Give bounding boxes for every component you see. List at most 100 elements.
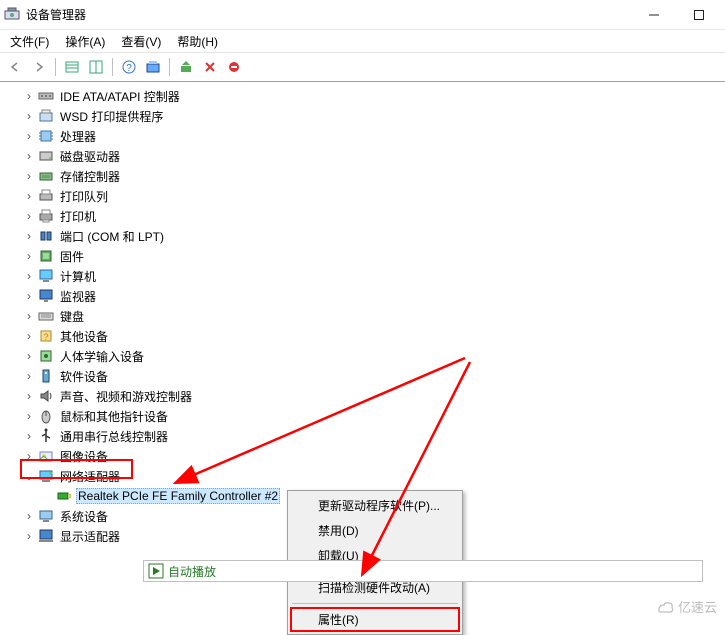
tree-item[interactable]: ›打印队列 bbox=[4, 186, 725, 206]
tree-item[interactable]: ›固件 bbox=[4, 246, 725, 266]
device-category-icon bbox=[38, 128, 54, 144]
tree-item[interactable]: ›计算机 bbox=[4, 266, 725, 286]
device-category-icon bbox=[38, 88, 54, 104]
watermark-text: 亿速云 bbox=[678, 597, 717, 616]
chevron-right-icon[interactable]: › bbox=[22, 429, 36, 443]
chevron-right-icon[interactable]: › bbox=[22, 409, 36, 423]
device-category-icon bbox=[38, 528, 54, 544]
chevron-right-icon[interactable]: › bbox=[22, 229, 36, 243]
device-category-icon: ? bbox=[38, 328, 54, 344]
device-category-icon bbox=[38, 148, 54, 164]
maximize-button[interactable] bbox=[676, 1, 721, 29]
device-category-icon bbox=[38, 468, 54, 484]
forward-button[interactable] bbox=[28, 56, 50, 78]
watermark: 亿速云 bbox=[656, 597, 717, 616]
device-category-icon bbox=[38, 428, 54, 444]
tree-item[interactable]: › 通用串行总线控制器 bbox=[4, 426, 725, 446]
device-category-icon bbox=[38, 248, 54, 264]
chevron-right-icon[interactable]: › bbox=[22, 349, 36, 363]
tree-item[interactable]: ›打印机 bbox=[4, 206, 725, 226]
device-category-icon bbox=[38, 208, 54, 224]
device-category-icon bbox=[38, 108, 54, 124]
tree-item[interactable]: › 软件设备 bbox=[4, 366, 725, 386]
context-update-driver[interactable]: 更新驱动程序软件(P)... bbox=[290, 493, 460, 518]
tree-item[interactable]: ›监视器 bbox=[4, 286, 725, 306]
chevron-right-icon[interactable]: › bbox=[22, 509, 36, 523]
back-button[interactable] bbox=[4, 56, 26, 78]
chevron-down-icon[interactable]: ⌄ bbox=[22, 469, 36, 483]
separator-icon bbox=[112, 58, 113, 76]
tree-item-label: 端口 (COM 和 LPT) bbox=[58, 227, 166, 246]
uninstall-button[interactable] bbox=[199, 56, 221, 78]
tree-item-label: 通用串行总线控制器 bbox=[58, 427, 170, 446]
device-category-icon bbox=[38, 408, 54, 424]
chevron-right-icon[interactable]: › bbox=[22, 289, 36, 303]
chevron-right-icon[interactable]: › bbox=[22, 209, 36, 223]
tree-item[interactable]: › IDE ATA/ATAPI 控制器 bbox=[4, 86, 725, 106]
update-driver-button[interactable] bbox=[175, 56, 197, 78]
tree-item[interactable]: › 端口 (COM 和 LPT) bbox=[4, 226, 725, 246]
chevron-right-icon[interactable]: › bbox=[22, 369, 36, 383]
tree-item[interactable]: › 键盘 bbox=[4, 306, 725, 326]
tree-item-label: 系统设备 bbox=[58, 507, 110, 526]
chevron-right-icon[interactable]: › bbox=[22, 249, 36, 263]
menu-view[interactable]: 查看(V) bbox=[113, 31, 169, 52]
tree-item[interactable]: ›?其他设备 bbox=[4, 326, 725, 346]
device-category-icon bbox=[38, 348, 54, 364]
window-controls bbox=[631, 1, 721, 29]
tree-item-label: 人体学输入设备 bbox=[58, 347, 146, 366]
tree-item[interactable]: › 鼠标和其他指针设备 bbox=[4, 406, 725, 426]
tree-item-label: 声音、视频和游戏控制器 bbox=[58, 387, 194, 406]
chevron-right-icon[interactable]: › bbox=[22, 169, 36, 183]
tree-item[interactable]: › 处理器 bbox=[4, 126, 725, 146]
tree-item-label: 鼠标和其他指针设备 bbox=[58, 407, 170, 426]
device-category-icon bbox=[38, 288, 54, 304]
device-category-icon bbox=[38, 508, 54, 524]
chevron-right-icon[interactable]: › bbox=[22, 129, 36, 143]
context-separator bbox=[292, 603, 458, 604]
device-category-icon bbox=[38, 228, 54, 244]
tree-item[interactable]: ›磁盘驱动器 bbox=[4, 146, 725, 166]
tree-item-label: 显示适配器 bbox=[58, 527, 122, 546]
menu-file[interactable]: 文件(F) bbox=[2, 31, 57, 52]
tree-item-label: 软件设备 bbox=[58, 367, 110, 386]
chevron-right-icon[interactable]: › bbox=[22, 449, 36, 463]
chevron-right-icon[interactable]: › bbox=[22, 309, 36, 323]
disable-button[interactable] bbox=[223, 56, 245, 78]
chevron-right-icon[interactable]: › bbox=[22, 269, 36, 283]
tree-item-label: 键盘 bbox=[58, 307, 86, 326]
chevron-right-icon[interactable]: › bbox=[22, 189, 36, 203]
context-disable[interactable]: 禁用(D) bbox=[290, 518, 460, 543]
separator-icon bbox=[169, 58, 170, 76]
chevron-right-icon[interactable]: › bbox=[22, 529, 36, 543]
device-category-icon bbox=[38, 168, 54, 184]
separator-icon bbox=[55, 58, 56, 76]
list-button[interactable] bbox=[61, 56, 83, 78]
context-properties[interactable]: 属性(R) bbox=[290, 607, 460, 632]
tree-item-label: IDE ATA/ATAPI 控制器 bbox=[58, 87, 182, 106]
chevron-right-icon[interactable]: › bbox=[22, 149, 36, 163]
tree-item[interactable]: ›图像设备 bbox=[4, 446, 725, 466]
chevron-right-icon[interactable]: › bbox=[22, 389, 36, 403]
tree-item[interactable]: › 人体学输入设备 bbox=[4, 346, 725, 366]
chevron-right-icon[interactable]: › bbox=[22, 109, 36, 123]
device-category-icon bbox=[38, 448, 54, 464]
tree-item[interactable]: ›WSD 打印提供程序 bbox=[4, 106, 725, 126]
minimize-button[interactable] bbox=[631, 1, 676, 29]
autoplay-panel: 自动播放 bbox=[143, 560, 703, 582]
device-category-icon bbox=[38, 368, 54, 384]
tree-item[interactable]: ›存储控制器 bbox=[4, 166, 725, 186]
menu-help[interactable]: 帮助(H) bbox=[169, 31, 226, 52]
chevron-right-icon[interactable]: › bbox=[22, 329, 36, 343]
scan-button[interactable] bbox=[142, 56, 164, 78]
device-category-icon bbox=[38, 188, 54, 204]
details-button[interactable] bbox=[85, 56, 107, 78]
menu-action[interactable]: 操作(A) bbox=[57, 31, 113, 52]
tree-item[interactable]: › 声音、视频和游戏控制器 bbox=[4, 386, 725, 406]
menubar: 文件(F) 操作(A) 查看(V) 帮助(H) bbox=[0, 30, 725, 52]
chevron-right-icon[interactable]: › bbox=[22, 89, 36, 103]
help-button[interactable]: ? bbox=[118, 56, 140, 78]
tree-item-label: 其他设备 bbox=[58, 327, 110, 346]
tree-item[interactable]: ⌄网络适配器 bbox=[4, 466, 725, 486]
tree-item-label: 处理器 bbox=[58, 127, 98, 146]
